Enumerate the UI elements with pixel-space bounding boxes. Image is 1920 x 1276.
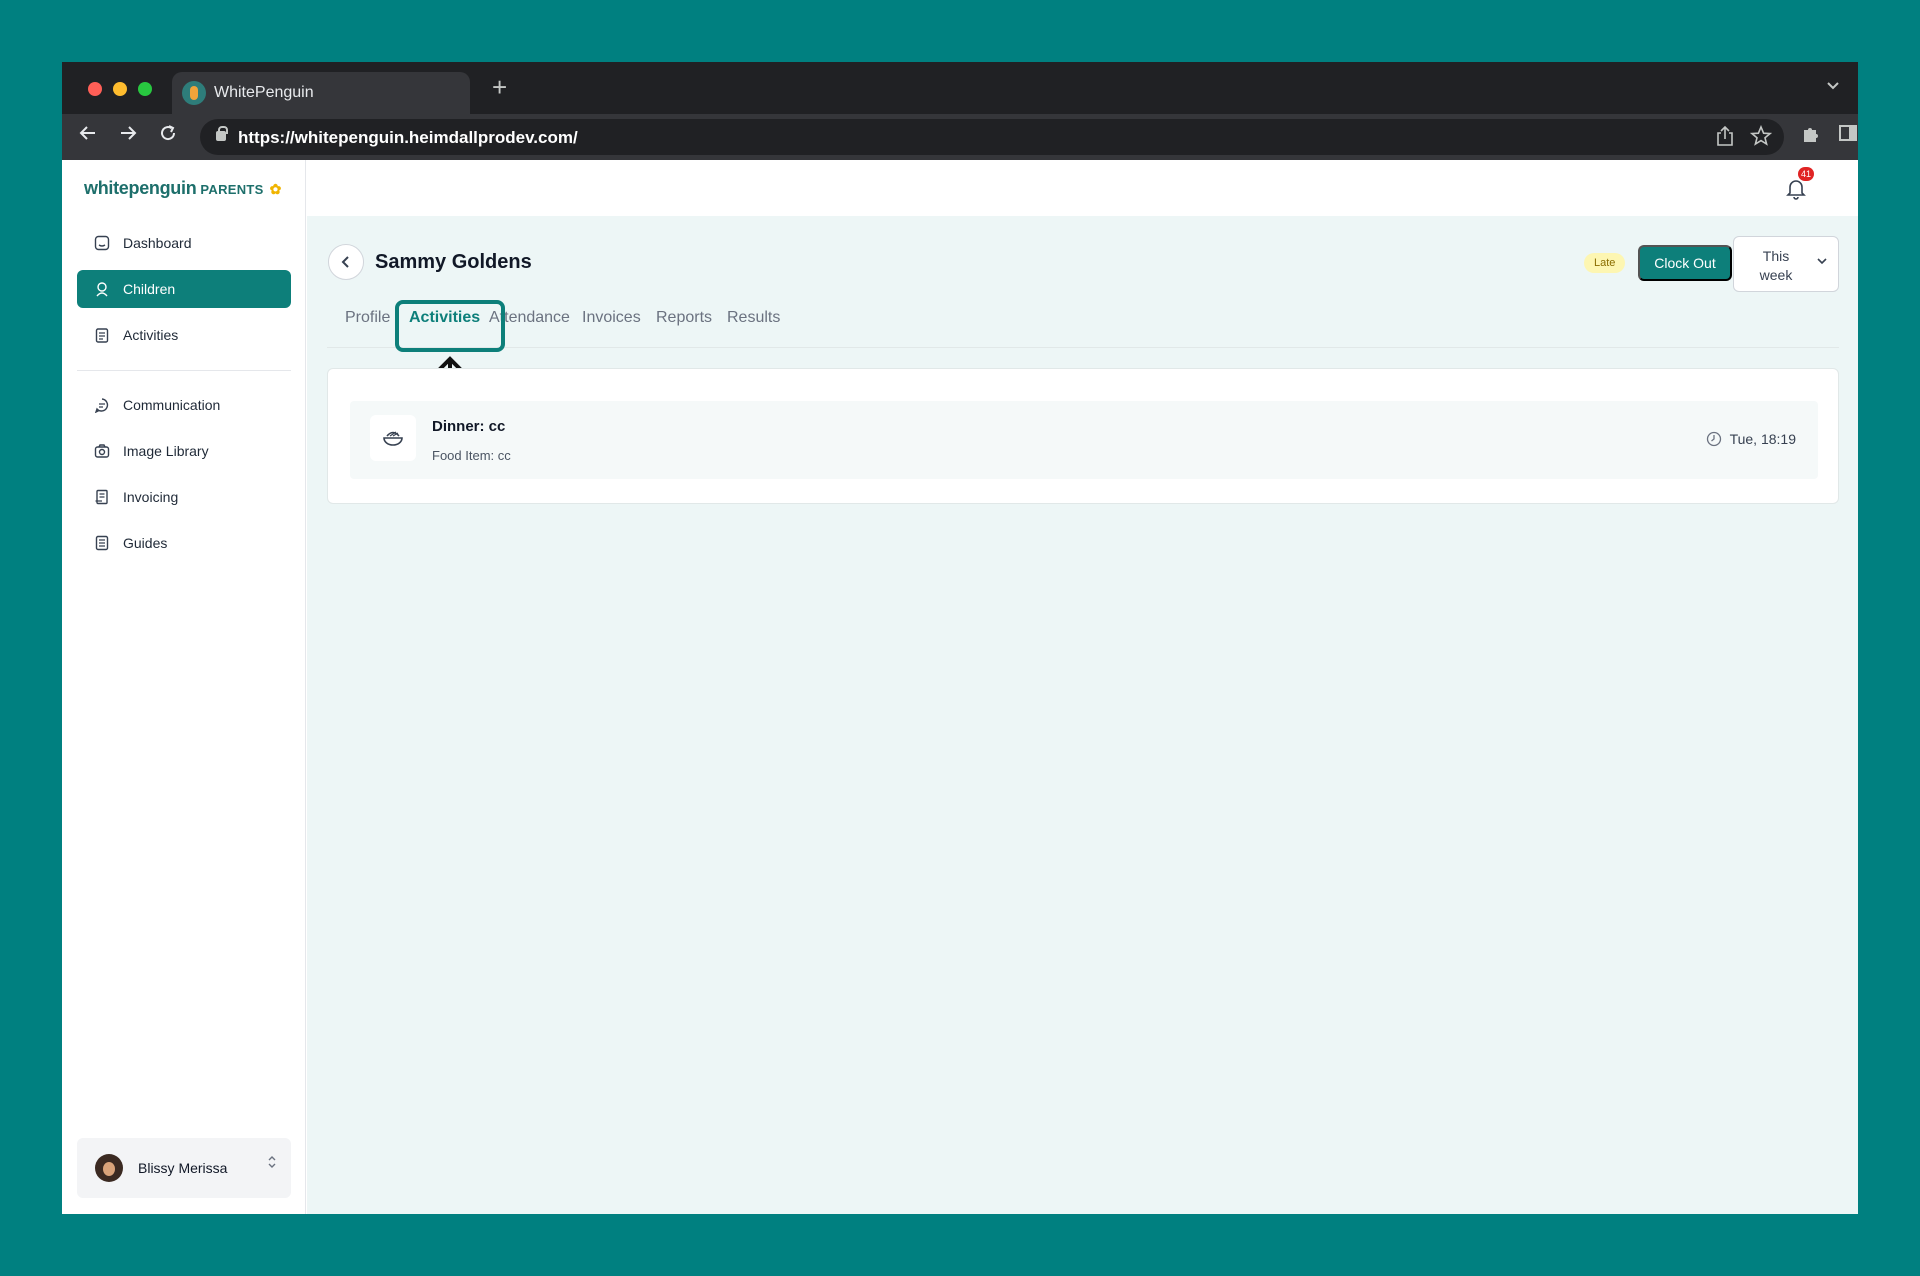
date-range-line-2: week (1759, 267, 1793, 283)
back-button[interactable] (328, 244, 364, 280)
sidebar: whitepenguin PARENTS ✿ Dashboard Children … (62, 160, 306, 1214)
tab-reports[interactable]: Reports (656, 309, 712, 327)
activity-time-text: Tue, 18:19 (1729, 431, 1796, 447)
notification-count-badge: 41 (1797, 167, 1814, 181)
tab-invoices[interactable]: Invoices (582, 309, 641, 327)
address-bar[interactable]: https://whitepenguin.heimdallprodev.com/ (200, 119, 1784, 155)
sidebar-item-activities[interactable]: Activities (77, 316, 291, 354)
list-item[interactable]: Dinner: cc Food Item: cc Tue, 18:19 (350, 401, 1818, 479)
tab-highlight-box (395, 300, 505, 352)
main-content: 41 Sammy Goldens Late Clock Out This wee… (307, 160, 1858, 1214)
user-menu[interactable]: Blissy Merissa (77, 1138, 291, 1198)
activity-subtitle: Food Item: cc (432, 448, 511, 463)
penguin-favicon-icon (182, 81, 206, 105)
sidebar-item-label: Communication (123, 397, 221, 413)
clock-out-button[interactable]: Clock Out (1638, 245, 1732, 281)
avatar (95, 1154, 123, 1182)
status-badge: Late (1584, 253, 1626, 273)
children-icon (93, 280, 111, 298)
browser-tab[interactable]: WhitePenguin (172, 72, 470, 114)
chevron-down-icon (1816, 255, 1828, 270)
sidebar-item-guides[interactable]: Guides (77, 524, 291, 562)
browser-tab-title: WhitePenguin (214, 84, 314, 101)
activities-card: Dinner: cc Food Item: cc Tue, 18:19 (327, 368, 1839, 504)
date-range-line-1: This (1762, 248, 1790, 264)
chevron-up-down-icon (267, 1155, 277, 1171)
clock-icon (1706, 431, 1721, 447)
chat-icon (93, 396, 111, 414)
sidebar-item-label: Children (123, 281, 176, 297)
chevron-left-icon (341, 256, 349, 268)
app-logo[interactable]: whitepenguin PARENTS ✿ (84, 178, 281, 199)
browser-window: WhitePenguin + https://whitepenguin.heim… (62, 62, 1858, 1214)
food-bowl-icon (370, 415, 416, 461)
sidebar-item-image-library[interactable]: Image Library (77, 432, 291, 470)
notification-bell-icon[interactable] (1786, 178, 1806, 200)
browser-tab-bar: WhitePenguin + (62, 62, 1858, 114)
sidebar-item-label: Image Library (123, 443, 209, 459)
invoice-icon (93, 488, 111, 506)
logo-badge: PARENTS (200, 182, 264, 197)
sidebar-item-label: Invoicing (123, 489, 179, 505)
guide-icon (93, 534, 111, 552)
dashboard-icon (93, 234, 111, 252)
activity-time: Tue, 18:19 (1706, 431, 1796, 447)
user-name: Blissy Merissa (138, 1160, 228, 1176)
minimize-window-button[interactable] (113, 82, 127, 96)
maximize-window-button[interactable] (138, 82, 152, 96)
sidebar-item-label: Dashboard (123, 235, 192, 251)
app: whitepenguin PARENTS ✿ Dashboard Children … (62, 160, 1858, 1214)
close-window-button[interactable] (88, 82, 102, 96)
browser-toolbar: https://whitepenguin.heimdallprodev.com/ (62, 114, 1858, 160)
forward-arrow-icon[interactable] (114, 123, 142, 149)
extensions-puzzle-icon[interactable] (1800, 123, 1822, 152)
tab-list-chevron-icon[interactable] (1826, 76, 1840, 97)
sidebar-item-label: Guides (123, 535, 168, 551)
side-panel-icon[interactable] (1838, 123, 1858, 150)
top-bar: 41 (307, 160, 1858, 216)
ribbon-icon: ✿ (269, 181, 282, 197)
sidebar-item-invoicing[interactable]: Invoicing (77, 478, 291, 516)
sidebar-item-children[interactable]: Children (77, 270, 291, 308)
activities-icon (93, 326, 111, 344)
camera-icon (93, 442, 111, 460)
date-range-value: This week (1748, 247, 1804, 285)
new-tab-button[interactable]: + (492, 74, 507, 100)
sidebar-item-communication[interactable]: Communication (77, 386, 291, 424)
page-title: Sammy Goldens (375, 251, 532, 273)
back-arrow-icon[interactable] (74, 123, 102, 149)
sidebar-divider (77, 370, 291, 371)
tab-profile[interactable]: Profile (345, 309, 390, 327)
tab-results[interactable]: Results (727, 309, 780, 327)
share-icon[interactable] (1716, 125, 1734, 152)
sidebar-item-dashboard[interactable]: Dashboard (77, 224, 291, 262)
bookmark-star-icon[interactable] (1749, 124, 1773, 152)
activity-title: Dinner: cc (432, 418, 506, 435)
reload-icon[interactable] (154, 123, 182, 149)
child-tabs: Profile Activities Attendance Invoices R… (327, 292, 1839, 348)
address-url: https://whitepenguin.heimdallprodev.com/ (238, 128, 578, 147)
date-range-select[interactable]: This week (1733, 236, 1839, 292)
logo-text: whitepenguin (84, 178, 197, 198)
lock-icon (216, 126, 228, 141)
sidebar-item-label: Activities (123, 327, 179, 343)
